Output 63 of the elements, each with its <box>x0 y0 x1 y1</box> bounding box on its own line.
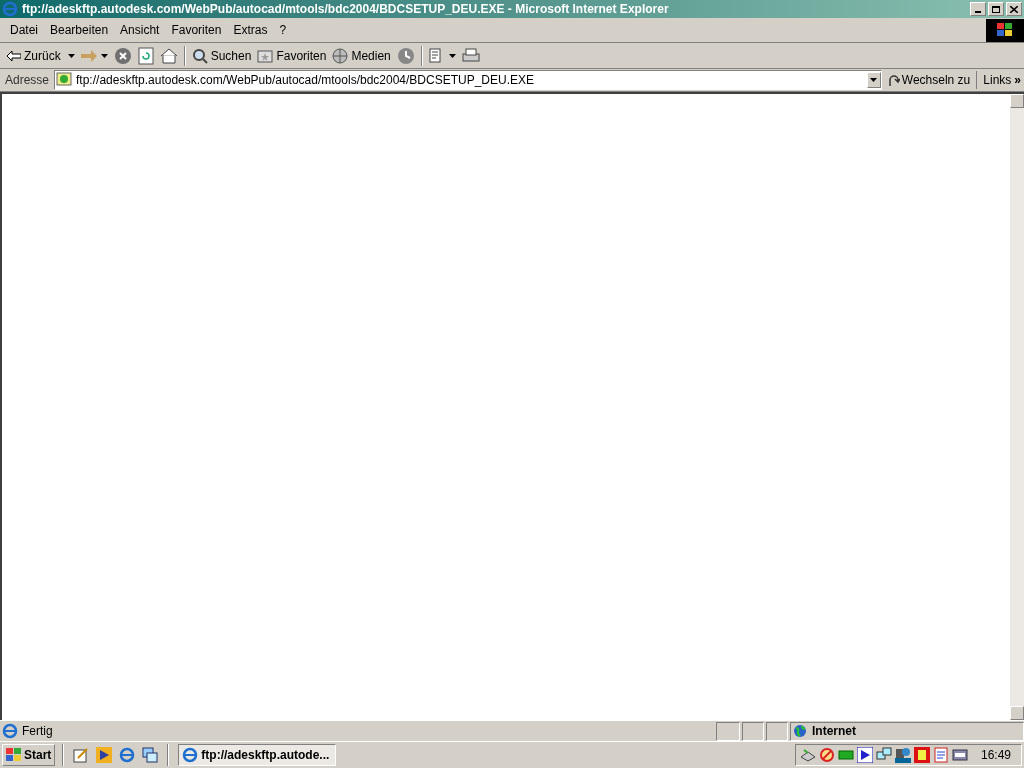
globe-icon <box>793 724 807 738</box>
back-arrow-icon <box>7 50 21 61</box>
star-folder-icon <box>257 48 274 63</box>
play-icon[interactable] <box>96 747 113 763</box>
menu-item[interactable]: Ansicht <box>114 21 166 39</box>
status-panel <box>716 721 740 741</box>
links-label[interactable]: Links <box>977 71 1012 89</box>
dropdown-button[interactable] <box>866 72 881 88</box>
status-text: Fertig <box>22 723 53 740</box>
toolbar-button[interactable]: Medien <box>329 44 394 67</box>
close-icon <box>1010 5 1018 13</box>
caret-icon[interactable] <box>448 53 456 58</box>
address-field[interactable]: ftp://adeskftp.autodesk.com/WebPub/autocad/mtools/bdc2004/BDCSETUP_DEU.EXE <box>54 70 882 90</box>
play-icon[interactable] <box>856 747 873 763</box>
network-icon[interactable] <box>875 747 892 763</box>
start-button[interactable]: Start <box>2 744 56 766</box>
windows-logo-icon <box>986 18 1024 42</box>
address-label: Adresse <box>4 72 51 89</box>
modem-icon[interactable] <box>951 747 968 763</box>
browser-icon <box>182 747 199 763</box>
curved-arrow-icon <box>887 73 900 87</box>
search-icon <box>191 47 208 64</box>
stop-icon[interactable] <box>113 46 132 65</box>
history-icon[interactable] <box>396 46 415 65</box>
taskbar-window-button[interactable]: ftp://adeskftp.autode... <box>178 744 337 766</box>
restore-button[interactable] <box>988 2 1004 16</box>
document-icon[interactable] <box>932 747 949 763</box>
toolbar-button[interactable]: Suchen <box>188 44 255 67</box>
page-icon <box>56 72 73 88</box>
caret-icon[interactable] <box>67 53 75 58</box>
close-button[interactable] <box>1006 2 1022 16</box>
no-sign-icon[interactable] <box>818 747 835 763</box>
more-chevron[interactable]: » <box>1011 71 1024 89</box>
clock[interactable]: 16:49 <box>970 746 1017 764</box>
desktop-icon[interactable] <box>73 747 90 763</box>
menu-item[interactable]: Bearbeiten <box>44 21 115 39</box>
toolbar-button[interactable]: Zurück <box>4 44 78 67</box>
windows-flag-icon <box>6 748 22 762</box>
home-icon[interactable] <box>159 47 178 64</box>
status-panel <box>742 721 764 741</box>
window-switch-icon[interactable] <box>142 747 159 763</box>
status-panel <box>766 721 788 741</box>
browser-icon <box>2 1 18 17</box>
scrollbar[interactable] <box>1010 94 1024 720</box>
browser-icon[interactable] <box>119 747 136 763</box>
menu-item[interactable]: Favoriten <box>165 21 228 39</box>
menu-item[interactable]: Extras <box>227 21 274 39</box>
menu-item[interactable]: Datei <box>4 21 44 39</box>
network-globe-icon[interactable] <box>894 747 911 763</box>
menu-item[interactable]: ? <box>273 21 293 39</box>
tray-icon[interactable] <box>799 747 816 763</box>
window-title: ftp://adeskftp.autodesk.com/WebPub/autocad/mtools/bdc2004/BDCSETUP_DEU.EXE - Microsoft Internet Explorer <box>22 1 670 18</box>
toolbar-button[interactable]: Favoriten <box>254 44 330 67</box>
go-button[interactable]: Wechseln zu <box>881 71 978 89</box>
page-status-icon <box>2 723 18 739</box>
globe-icon <box>332 47 349 64</box>
caret-icon <box>870 78 878 82</box>
caret-icon[interactable] <box>100 53 108 58</box>
zone-text: Internet <box>812 723 856 740</box>
refresh-icon[interactable] <box>137 46 154 65</box>
grid-icon[interactable] <box>913 747 930 763</box>
printer-icon[interactable] <box>461 47 480 64</box>
minimize-button[interactable] <box>970 2 986 16</box>
